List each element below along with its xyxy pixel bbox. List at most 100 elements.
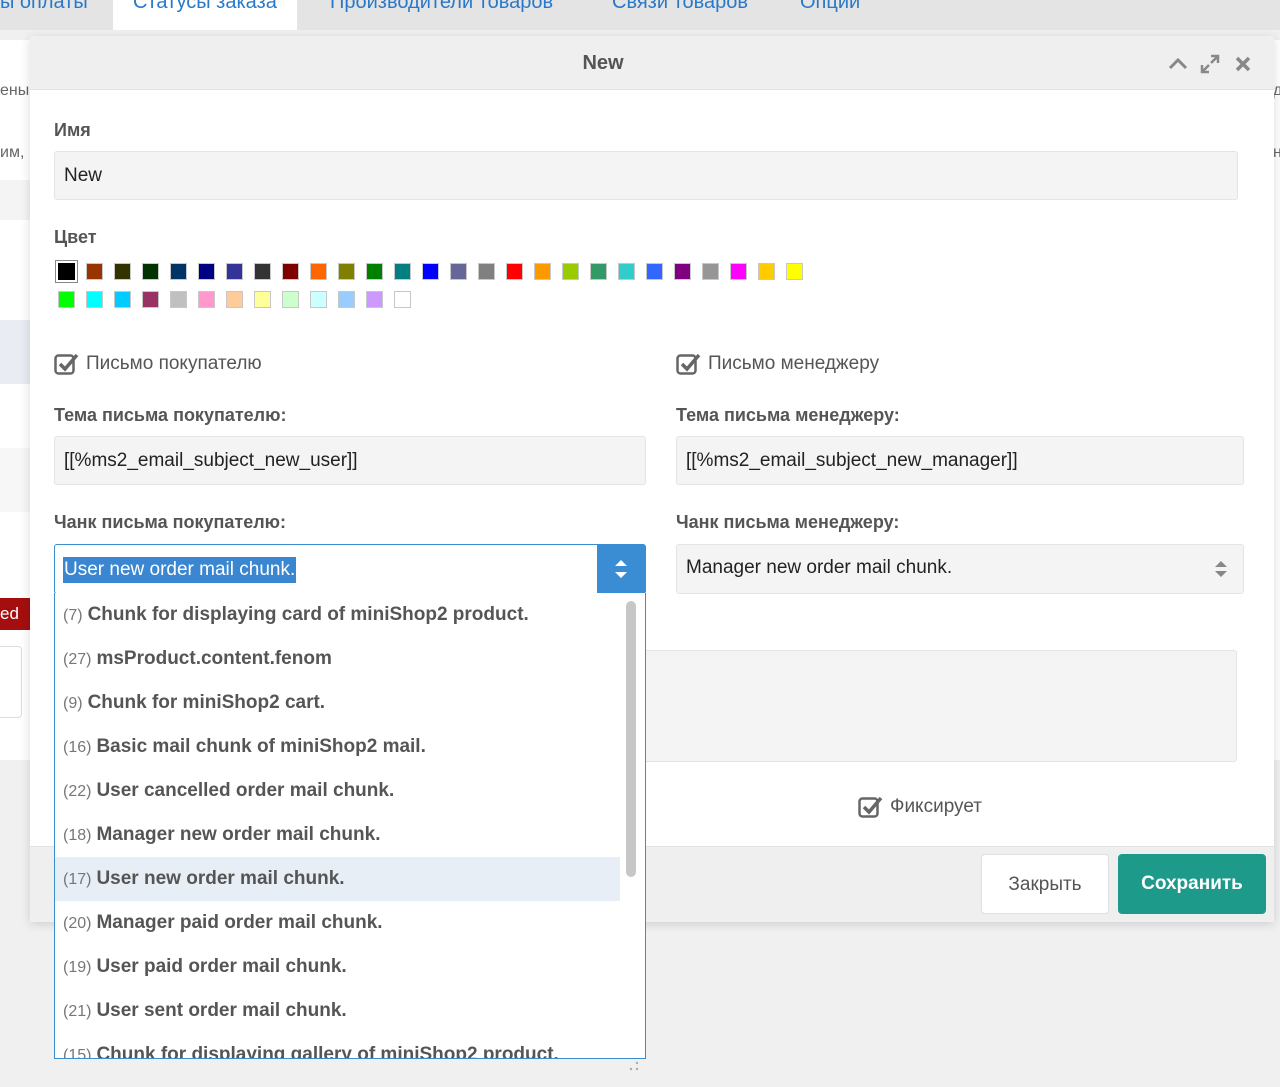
color-swatch[interactable] [478,263,495,280]
bg-text-fragment: д [1273,82,1280,99]
dropdown-item[interactable]: (15) Chunk for displaying gallery of mini… [55,1033,620,1058]
dropdown-item-name: Chunk for miniShop2 cart. [87,692,326,713]
name-input[interactable]: New [54,151,1238,200]
color-swatch[interactable] [198,263,215,280]
close-button[interactable]: Закрыть [981,854,1109,914]
color-swatch[interactable] [674,263,691,280]
subject-manager-input[interactable]: [[%ms2_email_subject_new_manager]] [676,436,1244,485]
dropdown-item[interactable]: (21) User sent order mail chunk. [55,989,620,1033]
dropdown-item[interactable]: (9) Chunk for miniShop2 cart. [55,681,620,725]
color-swatch[interactable] [86,263,103,280]
bg-text-fragment: н [1273,144,1280,161]
color-swatch[interactable] [786,263,803,280]
email-user-checkbox[interactable]: Письмо покупателю [54,352,262,376]
sort-arrows-icon[interactable] [1209,557,1233,581]
color-swatch[interactable] [226,263,243,280]
color-swatch[interactable] [114,291,131,308]
maximize-icon[interactable] [1198,52,1222,76]
color-swatch[interactable] [310,263,327,280]
collapse-icon[interactable] [1166,52,1190,76]
color-swatch[interactable] [310,291,327,308]
color-swatch[interactable] [506,263,523,280]
dropdown-scrollbar[interactable] [626,601,636,877]
color-swatch[interactable] [338,263,355,280]
dropdown-item[interactable]: (19) User paid order mail chunk. [55,945,620,989]
dropdown-item[interactable]: (18) Manager new order mail chunk. [55,813,620,857]
dropdown-item-name: msProduct.content.fenom [96,648,332,669]
color-swatch[interactable] [450,263,467,280]
dropdown-item[interactable]: (16) Basic mail chunk of miniShop2 mail. [55,725,620,769]
bg-tab-order-statuses[interactable]: Статусы заказа [113,0,297,30]
color-swatch[interactable] [142,263,159,280]
color-swatch[interactable] [254,263,271,280]
background-tab-bar: ы оплаты Статусы заказа Производители то… [0,0,1280,30]
color-swatch[interactable] [86,291,103,308]
chunk-user-select[interactable]: User new order mail chunk. [54,544,646,594]
final-check-label: Фиксирует [890,796,982,817]
dropdown-item[interactable]: (7) Chunk for displaying card of miniShop… [55,593,620,637]
color-swatch[interactable] [198,291,215,308]
dropdown-item-name: User paid order mail chunk. [96,956,347,977]
color-swatch[interactable] [114,263,131,280]
dropdown-item[interactable]: (17) User new order mail chunk. [55,857,620,901]
dropdown-item-id: (16) [63,739,92,756]
bg-button-fragment [0,646,22,718]
color-swatch[interactable] [562,263,579,280]
dropdown-item-id: (7) [63,607,83,624]
bg-tab-payment[interactable]: ы оплаты [0,0,88,14]
sort-arrows-icon [615,560,627,578]
dropdown-item-id: (27) [63,651,92,668]
color-swatch[interactable] [254,291,271,308]
subject-manager-label: Тема письма менеджеру: [676,405,900,425]
color-swatch[interactable] [282,263,299,280]
color-swatch[interactable] [422,263,439,280]
bg-tab-options[interactable]: Опции [800,0,860,14]
subject-user-input[interactable]: [[%ms2_email_subject_new_user]] [54,436,646,485]
chunk-user-trigger[interactable] [597,545,645,593]
dropdown-item-id: (18) [63,827,92,844]
window-title: New [582,52,624,74]
description-textarea[interactable] [643,650,1237,762]
dropdown-item[interactable]: (20) Manager paid order mail chunk. [55,901,620,945]
color-swatch[interactable] [366,291,383,308]
chunk-user-value[interactable]: User new order mail chunk. [63,557,297,583]
final-checkbox[interactable]: Фиксирует [858,795,982,819]
close-icon[interactable] [1231,52,1255,76]
color-swatch[interactable] [170,291,187,308]
chunk-user-dropdown-list[interactable]: (7) Chunk for displaying card of miniShop… [54,593,646,1059]
dropdown-item-id: (19) [63,959,92,976]
dropdown-item-name: Chunk for displaying card of miniShop2 p… [87,604,529,625]
chunk-manager-select[interactable]: Manager new order mail chunk. [676,544,1244,594]
color-swatch[interactable] [646,263,663,280]
bg-tab-vendors[interactable]: Производители товаров [330,0,553,14]
window-header[interactable]: New [30,36,1274,90]
color-swatch[interactable] [590,263,607,280]
chunk-user-label: Чанк письма покупателю: [54,512,287,532]
color-swatch[interactable] [618,263,635,280]
color-swatch[interactable] [702,263,719,280]
dropdown-item-name: User cancelled order mail chunk. [96,780,395,801]
color-swatch[interactable] [394,263,411,280]
email-manager-checkbox[interactable]: Письмо менеджеру [676,352,879,376]
color-swatch[interactable] [170,263,187,280]
color-swatch[interactable] [226,291,243,308]
bg-text-fragment: ены [0,82,30,99]
color-swatch[interactable] [394,291,411,308]
chunk-manager-value: Manager new order mail chunk. [686,557,953,578]
color-swatch[interactable] [338,291,355,308]
dropdown-item-name: Basic mail chunk of miniShop2 mail. [96,736,426,757]
color-swatch[interactable] [730,263,747,280]
color-swatch[interactable] [142,291,159,308]
color-swatch[interactable] [758,263,775,280]
color-swatch[interactable] [366,263,383,280]
dropdown-item[interactable]: (27) msProduct.content.fenom [55,637,620,681]
bg-tab-links[interactable]: Связи товаров [612,0,748,14]
color-swatch[interactable] [534,263,551,280]
save-button[interactable]: Сохранить [1118,854,1266,914]
color-swatch[interactable] [282,291,299,308]
color-swatch[interactable] [55,260,78,283]
dropdown-item[interactable]: (22) User cancelled order mail chunk. [55,769,620,813]
resize-grip-icon[interactable] [628,1060,640,1072]
dropdown-item-id: (22) [63,783,92,800]
color-swatch[interactable] [58,291,75,308]
